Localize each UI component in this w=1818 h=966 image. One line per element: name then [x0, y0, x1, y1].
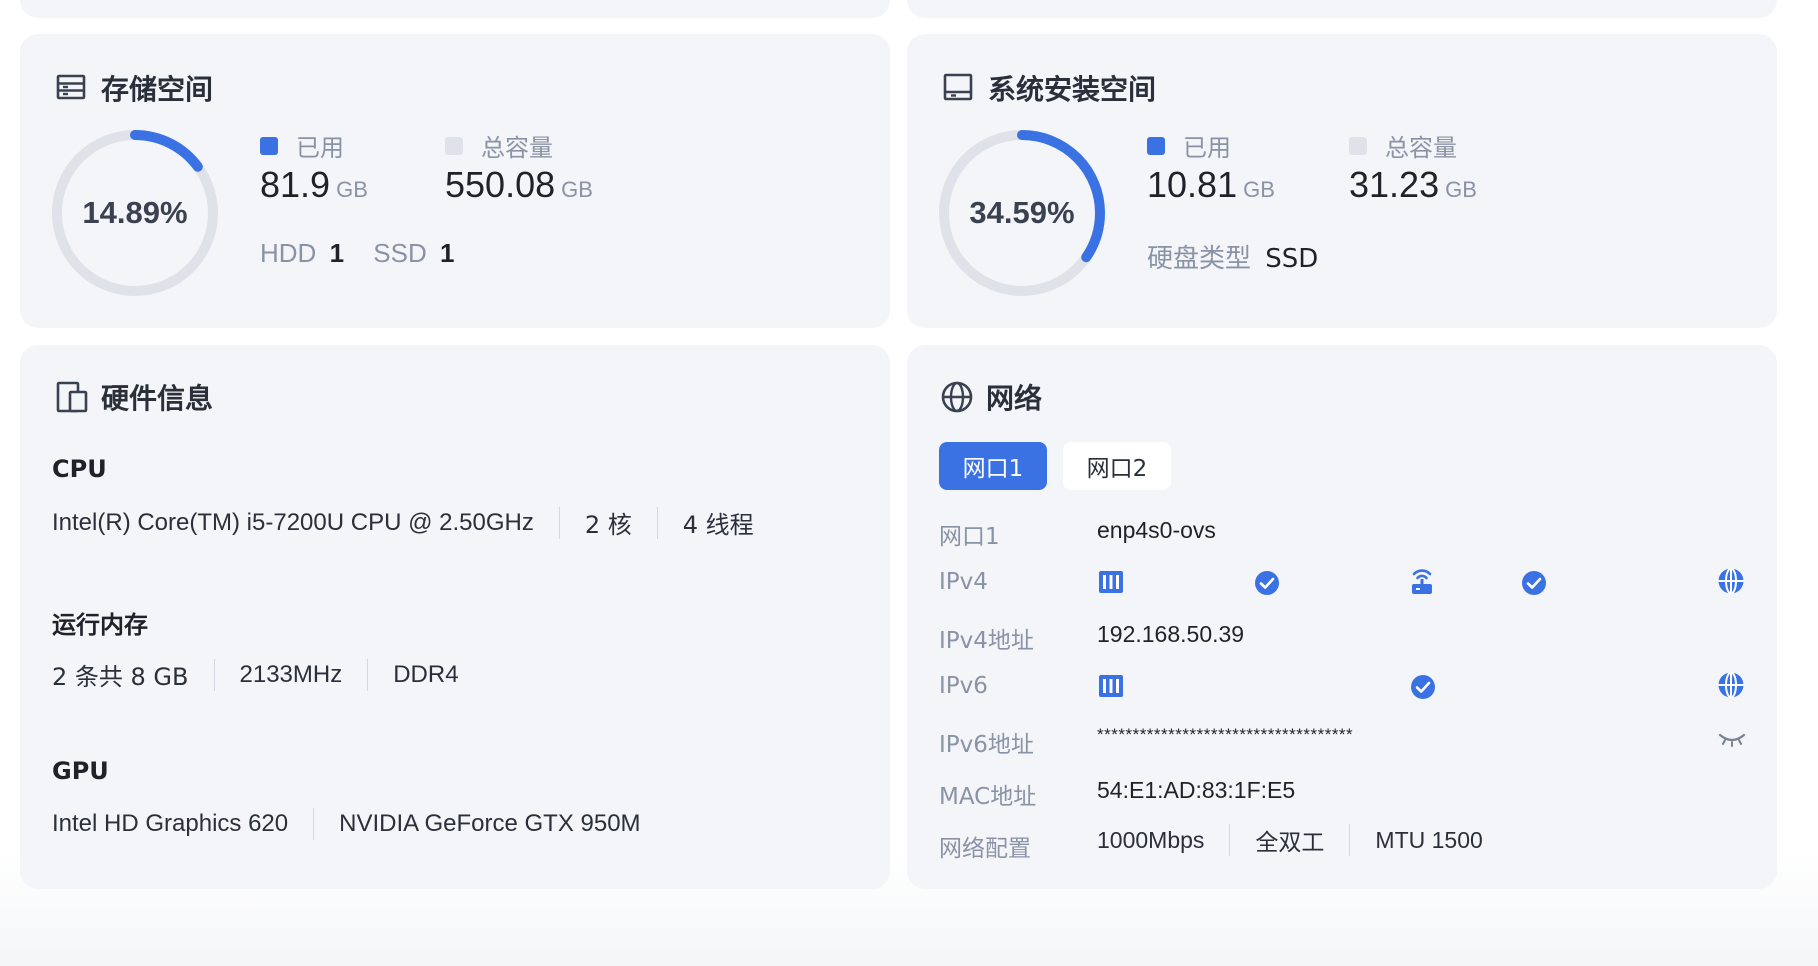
globe-icon [1717, 567, 1745, 600]
port-value: enp4s0-ovs [1097, 517, 1216, 543]
network-card: 网络 网口1 网口2 网口1 enp4s0-ovs IPv4 IPv4地址 19… [907, 345, 1777, 889]
memory-type: DDR4 [393, 660, 459, 688]
tab-port-2[interactable]: 网口2 [1063, 442, 1171, 490]
top-card-left [20, 0, 890, 18]
network-title: 网络 [940, 377, 1042, 417]
system-used-legend: 已用 [1147, 128, 1231, 163]
storage-usage-ring: 14.89% [50, 128, 220, 298]
gpu-info-row: Intel HD Graphics 620 NVIDIA GeForce GTX… [52, 808, 641, 840]
memory-info-row: 2 条共 8 GB 2133MHz DDR4 [52, 657, 459, 692]
ipv4-address-label: IPv4地址 [939, 628, 1034, 654]
gpu-label: GPU [52, 757, 109, 785]
ipv4-status-path [1097, 559, 1747, 605]
system-total-legend: 总容量 [1349, 128, 1457, 163]
router-icon [1407, 565, 1437, 602]
ipv6-address-label: IPv6地址 [939, 732, 1034, 758]
ipv6-address-value: ************************************ [1097, 725, 1354, 744]
ipv6-status-path [1097, 663, 1747, 709]
system-disk-type: 硬盘类型 SSD [1147, 244, 1319, 274]
cpu-info-row: Intel(R) Core(TM) i5-7200U CPU @ 2.50GHz… [52, 505, 754, 540]
system-used-value: 10.81 GB [1147, 164, 1275, 205]
storage-used-legend: 已用 [260, 128, 344, 163]
system-percent: 34.59% [969, 195, 1075, 230]
cpu-threads: 4 线程 [682, 511, 754, 539]
storage-icon [55, 71, 89, 105]
memory-label: 运行内存 [52, 611, 148, 639]
storage-disk-counts: HDD 1 SSD 1 [260, 238, 455, 268]
storage-total-value: 550.08 GB [445, 164, 593, 205]
storage-total-legend: 总容量 [445, 128, 553, 163]
cpu-cores: 2 核 [584, 511, 632, 539]
mac-label: MAC地址 [939, 784, 1037, 810]
config-duplex: 全双工 [1255, 830, 1325, 856]
cpu-model: Intel(R) Core(TM) i5-7200U CPU @ 2.50GHz [52, 508, 534, 536]
check-icon [1521, 570, 1547, 601]
check-icon [1254, 570, 1280, 601]
system-storage-title: 系统安装空间 [942, 68, 1156, 108]
gpu-integrated: Intel HD Graphics 620 [52, 810, 289, 837]
mac-value: 54:E1:AD:83:1F:E5 [1097, 777, 1296, 803]
tab-port-1[interactable]: 网口1 [939, 442, 1047, 490]
config-speed: 1000Mbps [1097, 826, 1205, 853]
server-icon [1097, 672, 1125, 705]
config-row: 1000Mbps 全双工 MTU 1500 [1097, 823, 1483, 857]
eye-closed-icon[interactable] [1717, 729, 1747, 754]
devices-icon [55, 380, 89, 414]
ipv6-label: IPv6 [939, 673, 988, 699]
storage-used-value: 81.9 GB [260, 164, 368, 205]
memory-size: 2 条共 8 GB [52, 663, 189, 691]
storage-title: 存储空间 [55, 68, 213, 108]
server-icon [1097, 568, 1125, 601]
system-total-value: 31.23 GB [1349, 164, 1477, 205]
globe-icon [1717, 671, 1745, 704]
port-label: 网口1 [939, 524, 1000, 550]
drive-icon [942, 71, 976, 105]
system-storage-card: 系统安装空间 34.59% 已用 10.81 GB 总容量 31.23 GB 硬盘类… [907, 34, 1777, 328]
globe-icon [940, 380, 974, 414]
ipv4-label: IPv4 [939, 569, 988, 595]
ipv4-address-value: 192.168.50.39 [1097, 621, 1245, 647]
hardware-title: 硬件信息 [55, 377, 213, 417]
memory-frequency: 2133MHz [239, 660, 343, 688]
top-card-right [907, 0, 1777, 18]
cpu-label: CPU [52, 455, 107, 483]
check-icon [1410, 674, 1436, 705]
config-mtu: MTU 1500 [1375, 826, 1483, 853]
config-label: 网络配置 [939, 836, 1031, 862]
storage-card: 存储空间 14.89% 已用 81.9 GB 总容量 550.08 GB HDD 1… [20, 34, 890, 328]
hardware-card: 硬件信息 CPU Intel(R) Core(TM) i5-7200U CPU … [20, 345, 890, 889]
system-usage-ring: 34.59% [937, 128, 1107, 298]
gpu-discrete: NVIDIA GeForce GTX 950M [339, 810, 641, 837]
storage-percent: 14.89% [82, 195, 188, 230]
